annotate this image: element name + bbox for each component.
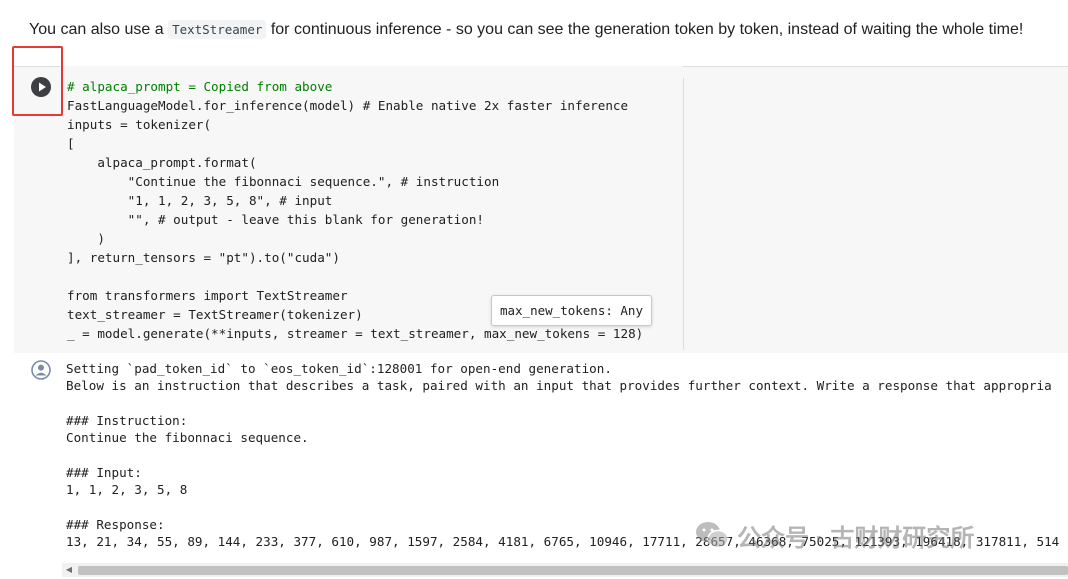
horizontal-scrollbar[interactable]: ◀ xyxy=(62,563,1068,577)
code-line-4: [ xyxy=(67,136,75,151)
code-line-13: text_streamer = TextStreamer(tokenizer) xyxy=(67,307,363,322)
scroll-thumb[interactable] xyxy=(78,566,1068,575)
code-line-8: "", # output - leave this blank for gene… xyxy=(67,212,485,227)
output-line-7: ### Input: xyxy=(66,464,142,480)
output-line-10: ### Response: xyxy=(66,516,165,532)
parameter-tooltip: max_new_tokens: Any xyxy=(491,295,652,326)
intro-text-before: You can also use a xyxy=(29,21,169,38)
code-line-7: "1, 1, 2, 3, 5, 8", # input xyxy=(67,193,333,208)
code-line-2: FastLanguageModel.for_inference(model) #… xyxy=(67,98,628,113)
code-line-6: "Continue the fibonnaci sequence.", # in… xyxy=(67,174,500,189)
wechat-icon xyxy=(696,522,729,549)
code-line-5: alpaca_prompt.format( xyxy=(67,155,257,170)
output-line-5: Continue the fibonnaci sequence. xyxy=(66,430,309,446)
code-line-14: _ = model.generate(**inputs, streamer = … xyxy=(67,326,644,341)
code-line-1: # alpaca_prompt = Copied from above xyxy=(67,79,333,94)
run-button-highlight xyxy=(12,46,63,116)
code-line-10: ], return_tensors = "pt").to("cuda") xyxy=(67,250,340,265)
intro-code-textstreamer: TextStreamer xyxy=(168,20,267,39)
watermark: 公众号 · 古财财研究所 xyxy=(695,515,974,555)
intro-text-after: for continuous inference - so you can se… xyxy=(266,21,1024,38)
watermark-text: 公众号 · 古财财研究所 xyxy=(737,524,975,552)
output-status-icon[interactable] xyxy=(31,360,51,380)
code-line-2-text: FastLanguageModel.for_inference(model) #… xyxy=(67,98,629,113)
output-line-4: ### Instruction: xyxy=(66,412,188,428)
intro-text: You can also use a TextStreamer for cont… xyxy=(29,20,1064,39)
output-line-8: 1, 1, 2, 3, 5, 8 xyxy=(66,482,188,498)
code-line-3: inputs = tokenizer( xyxy=(67,117,212,132)
output-line-1: Setting `pad_token_id` to `eos_token_id`… xyxy=(66,361,612,376)
code-line-9: ) xyxy=(67,231,105,246)
code-line-12: from transformers import TextStreamer xyxy=(67,288,348,303)
output-line-2: Below is an instruction that describes a… xyxy=(66,378,1052,394)
editor-column-ruler xyxy=(683,78,684,350)
scroll-left-arrow-icon[interactable]: ◀ xyxy=(62,563,76,577)
